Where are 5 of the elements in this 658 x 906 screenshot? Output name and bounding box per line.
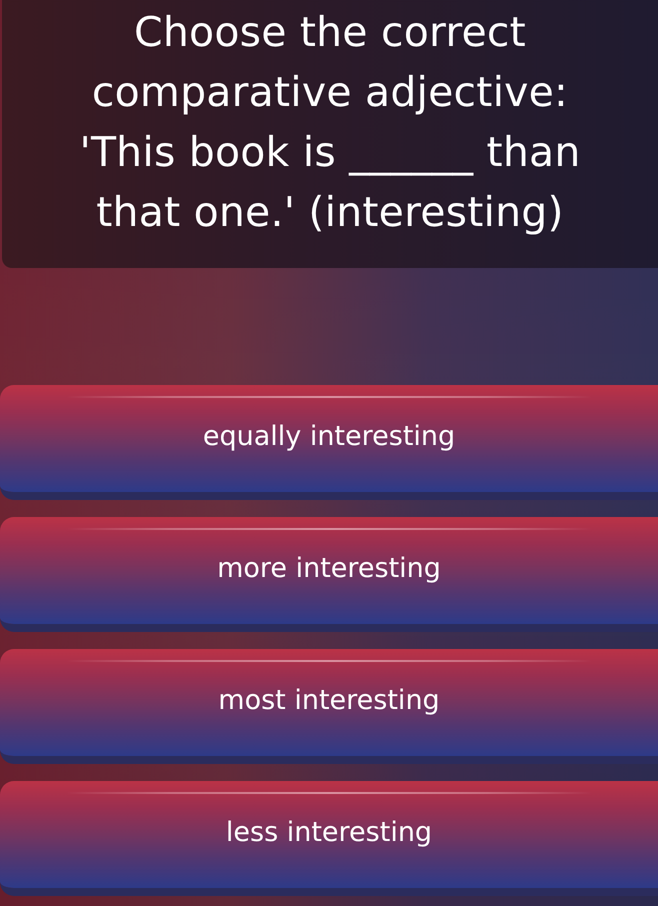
answer-button[interactable]: most interesting [0,649,658,764]
question-text: Choose the correct comparative adjective: 'This book is ______ than that one.' (interesting) [78,7,582,238]
answer-button[interactable]: equally interesting [0,385,658,500]
answer-button[interactable]: more interesting [0,517,658,632]
answer-button[interactable]: less interesting [0,781,658,896]
